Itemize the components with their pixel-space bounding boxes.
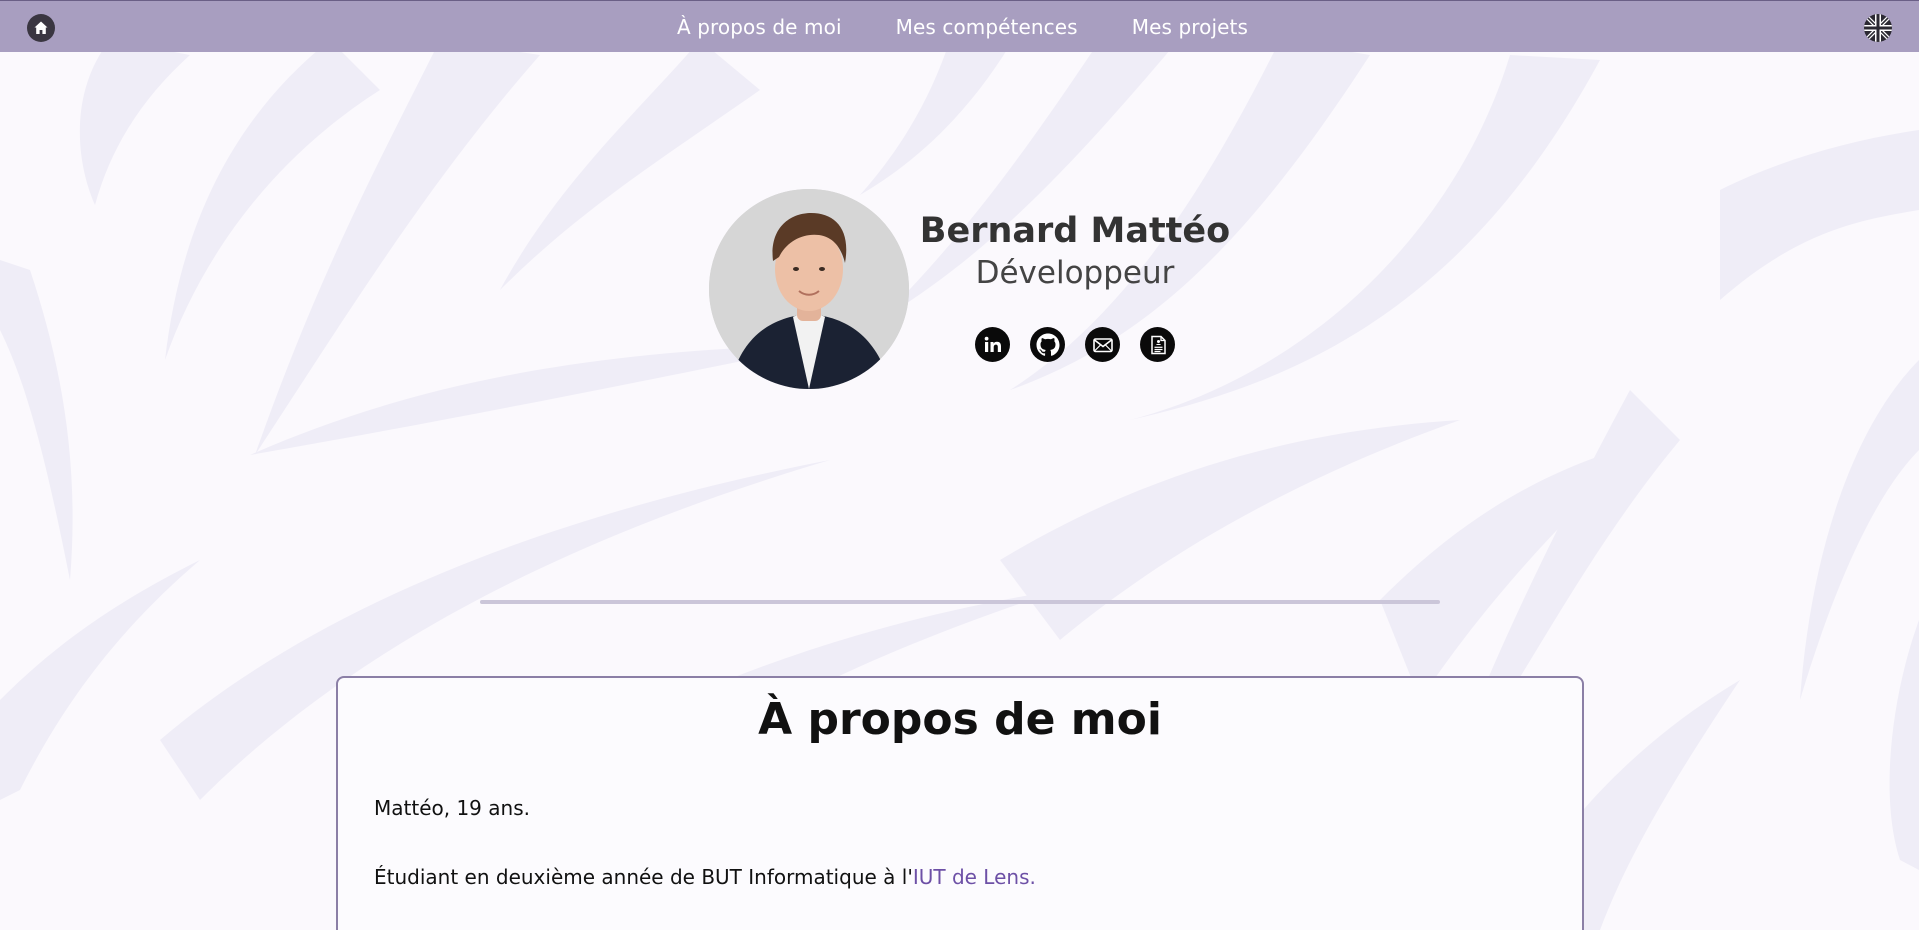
- profile-photo: [709, 189, 909, 389]
- about-title: À propos de moi: [758, 694, 1162, 745]
- nav-links: À propos de moi Mes compétences Mes proj…: [0, 1, 1919, 53]
- about-intro: Mattéo, 19 ans.: [374, 796, 530, 820]
- about-study: Étudiant en deuxième année de BUT Inform…: [374, 865, 1036, 889]
- linkedin-link[interactable]: [975, 327, 1010, 362]
- home-button[interactable]: [27, 14, 55, 42]
- language-switch-button[interactable]: [1864, 14, 1892, 42]
- profile-role: Développeur: [975, 255, 1175, 291]
- home-icon: [34, 21, 48, 34]
- nav-link-projects[interactable]: Mes projets: [1132, 15, 1248, 39]
- iut-lens-link[interactable]: IUT de Lens.: [913, 865, 1036, 889]
- social-links: [975, 327, 1175, 362]
- uk-flag-icon: [1864, 14, 1892, 42]
- linkedin-icon: [984, 336, 1001, 352]
- github-link[interactable]: [1030, 327, 1065, 362]
- avatar: [709, 189, 909, 389]
- top-navbar: À propos de moi Mes compétences Mes proj…: [0, 0, 1919, 52]
- email-link[interactable]: [1085, 327, 1120, 362]
- hero-section: Bernard Mattéo Développeur À propos de m…: [0, 0, 1919, 930]
- page: À propos de moi Mes compétences Mes proj…: [0, 0, 1919, 930]
- section-divider: [480, 600, 1440, 604]
- cv-document-icon: [1150, 335, 1166, 354]
- mail-icon: [1092, 337, 1113, 352]
- cv-link[interactable]: [1140, 327, 1175, 362]
- nav-link-skills[interactable]: Mes compétences: [896, 15, 1078, 39]
- github-icon: [1036, 333, 1059, 356]
- profile-name: Bernard Mattéo: [919, 211, 1231, 251]
- nav-link-about[interactable]: À propos de moi: [677, 15, 842, 39]
- about-study-text: Étudiant en deuxième année de BUT Inform…: [374, 865, 913, 889]
- about-section-card: À propos de moi Mattéo, 19 ans. Étudiant…: [336, 676, 1584, 930]
